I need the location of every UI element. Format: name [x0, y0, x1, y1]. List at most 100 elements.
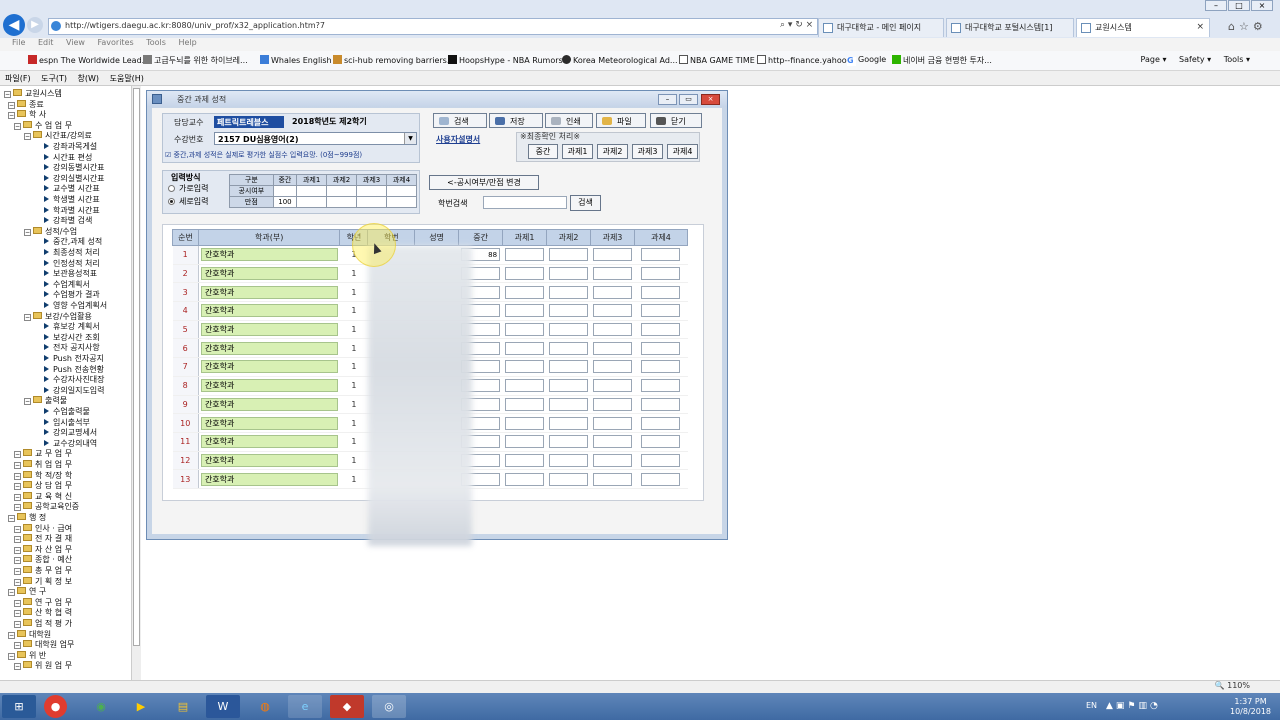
radio-circle[interactable] [168, 185, 175, 192]
tree-folder[interactable]: − 취 업 업 무 [14, 460, 72, 470]
publish-cell[interactable] [356, 185, 388, 197]
tree-leaf[interactable]: 수업계획서 [44, 280, 90, 290]
task1-cell[interactable] [502, 376, 547, 396]
tree-leaf[interactable]: 수업출력물 [44, 407, 90, 417]
tree-leaf[interactable]: 학과별 시간표 [44, 206, 100, 216]
language-indicator[interactable]: EN [1086, 701, 1097, 710]
tree-leaf[interactable]: 강의교명세서 [44, 428, 97, 438]
task4-input[interactable] [641, 435, 681, 449]
expand-icon[interactable]: − [8, 112, 15, 120]
task3-input[interactable] [592, 360, 632, 374]
expand-icon[interactable]: − [14, 451, 21, 459]
expand-icon[interactable]: − [14, 557, 21, 565]
task4-input[interactable] [641, 285, 681, 299]
expand-icon[interactable]: − [14, 472, 21, 480]
tree-scrollbar[interactable] [131, 86, 141, 680]
tree-folder[interactable]: − 보강/수업활용 [24, 311, 92, 322]
task4-cell[interactable] [634, 245, 688, 265]
task1-input[interactable] [505, 453, 545, 467]
change-publish-button[interactable]: <-공시여부/만점 변경 [429, 175, 539, 190]
expand-icon[interactable]: − [8, 652, 15, 660]
expand-icon[interactable]: − [14, 462, 21, 469]
search-button[interactable]: 검색 [433, 113, 487, 128]
tree-folder[interactable]: − 대학원 [8, 629, 51, 640]
confirm-task2-button[interactable]: 과제2 [597, 144, 628, 159]
task2-cell[interactable] [546, 245, 591, 265]
task2-input[interactable] [549, 285, 589, 299]
tree-folder[interactable]: − 상 담 업 무 [14, 481, 72, 491]
back-button[interactable]: ◀ [3, 14, 25, 36]
task4-cell[interactable] [634, 357, 688, 377]
word-icon[interactable]: W [206, 695, 240, 718]
restore-icon[interactable]: ▭ [679, 94, 698, 105]
task1-input[interactable] [505, 397, 545, 411]
window-controls[interactable]: – □ × [1205, 0, 1280, 12]
tree-leaf[interactable]: 보관용성적표 [44, 269, 97, 279]
tree-leaf[interactable]: 휴보강 계획서 [44, 322, 100, 332]
app-icon[interactable]: ● [44, 695, 67, 718]
task4-cell[interactable] [634, 451, 688, 471]
close-tab-icon[interactable]: × [1196, 22, 1204, 32]
fav-naver[interactable]: 네이버 금융 현명한 투자... [892, 55, 992, 66]
task3-input[interactable] [592, 379, 632, 393]
task2-cell[interactable] [546, 320, 591, 340]
close-icon[interactable]: × [1251, 0, 1273, 11]
tree-leaf[interactable]: 시간표 편성 [44, 153, 92, 163]
task2-input[interactable] [549, 267, 589, 281]
tree-leaf[interactable]: 중간,과제 성적 [44, 237, 102, 247]
task1-cell[interactable] [502, 451, 547, 471]
menu-help[interactable]: Help [178, 38, 196, 47]
tab-main-page[interactable]: 대구대학교 - 메인 페이지 [818, 18, 944, 37]
firefox-icon[interactable]: ◍ [248, 695, 282, 718]
tree-folder[interactable]: − 총 무 업 무 [14, 566, 72, 576]
task3-cell[interactable] [590, 357, 635, 377]
tree-folder[interactable]: − 공학교육인증 [14, 502, 79, 512]
expand-icon[interactable]: − [8, 589, 15, 597]
task4-input[interactable] [641, 304, 681, 318]
zoom-level[interactable]: 🔍 110% [1215, 681, 1250, 690]
print-button[interactable]: 인쇄 [545, 113, 593, 128]
tree-folder[interactable]: − 교 무 업 무 [14, 449, 72, 459]
app-menu-tools[interactable]: 도구(T) [41, 74, 67, 83]
task3-input[interactable] [592, 435, 632, 449]
task4-cell[interactable] [634, 282, 688, 303]
forward-button[interactable]: ▶ [27, 17, 43, 33]
tree-folder[interactable]: − 종료 [8, 99, 44, 110]
task2-input[interactable] [549, 341, 589, 355]
task2-cell[interactable] [546, 395, 591, 415]
tree-folder[interactable]: − 자 산 업 무 [14, 544, 72, 555]
tree-folder[interactable]: − 수 업 업 무 [14, 120, 72, 131]
task2-input[interactable] [549, 304, 589, 318]
task2-cell[interactable] [546, 451, 591, 471]
safety-menu[interactable]: Safety ▾ [1179, 55, 1211, 64]
ie-taskbar-icon[interactable]: e [288, 695, 322, 718]
tree-folder[interactable]: − 대학원 업무 [14, 640, 74, 650]
tree-leaf[interactable]: 인정성적 처리 [44, 259, 100, 269]
app-menu-file[interactable]: 파일(F) [5, 74, 31, 83]
tree-leaf[interactable]: Push 전송현황 [44, 365, 104, 375]
task2-cell[interactable] [546, 338, 591, 359]
confirm-mid-button[interactable]: 중간 [528, 144, 558, 159]
expand-icon[interactable]: − [24, 313, 31, 321]
start-button[interactable]: ⊞ [2, 695, 36, 718]
task1-cell[interactable] [502, 245, 547, 265]
task1-cell[interactable] [502, 413, 547, 433]
expand-icon[interactable]: − [14, 568, 21, 575]
tree-folder[interactable]: − 출력물 [24, 396, 67, 406]
fav-whales[interactable]: Whales English [260, 55, 332, 65]
expand-icon[interactable]: − [14, 610, 21, 618]
expand-icon[interactable]: − [14, 621, 21, 628]
task3-cell[interactable] [590, 264, 635, 284]
scrollbar-thumb[interactable] [133, 88, 140, 646]
tree-folder[interactable]: − 기 획 정 보 [14, 576, 72, 587]
expand-icon[interactable]: − [8, 515, 15, 522]
tree-leaf[interactable]: 수강자사진대장 [44, 375, 105, 385]
tree-folder[interactable]: − 위 원 업 무 [14, 661, 72, 671]
task1-input[interactable] [505, 285, 545, 299]
task3-cell[interactable] [590, 320, 635, 340]
task4-cell[interactable] [634, 469, 688, 489]
task3-input[interactable] [592, 285, 632, 299]
expand-icon[interactable]: − [14, 122, 21, 130]
app-icon[interactable]: ◆ [330, 695, 364, 718]
tree-leaf[interactable]: 강좌과목게설 [44, 142, 97, 152]
